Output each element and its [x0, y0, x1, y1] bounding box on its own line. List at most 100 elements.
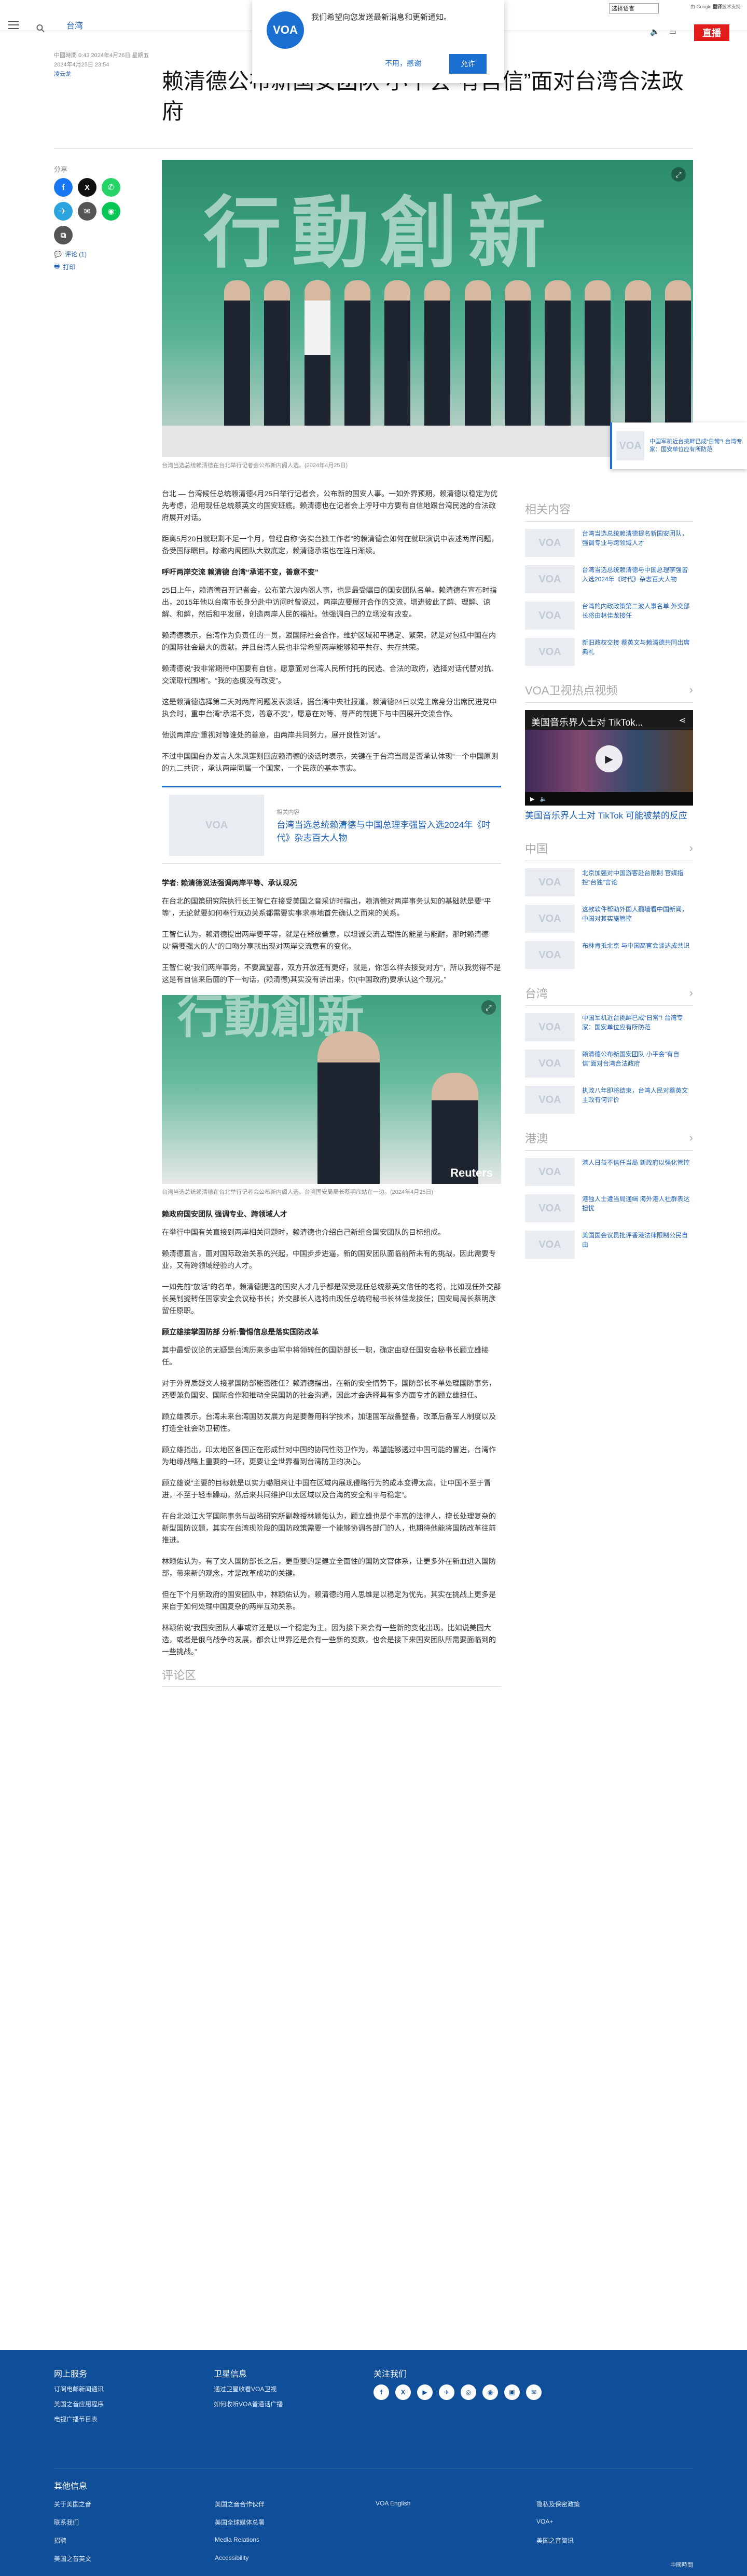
sidebar-article-item[interactable]: VOA 台湾当选总统赖清德与中国总理李强皆入选2024年《时代》杂志百大人物 [525, 565, 693, 593]
google-translate-note: 由 Google 翻译技术支持 [690, 4, 741, 9]
footer-other-link[interactable]: 隐私及保密政策 [536, 2500, 697, 2509]
reuters-watermark: Reuters [450, 1166, 493, 1179]
footer-link[interactable]: 订阅电邮新闻通讯 [54, 2384, 104, 2393]
play-small-icon[interactable]: ▶ [530, 796, 534, 802]
footer-other-link[interactable]: 美国之音英文 [54, 2554, 215, 2563]
video-icon[interactable]: ▭ [669, 27, 676, 36]
sidebar-article-item[interactable]: VOA 美国国会议员批评香港法律限制公民自由 [525, 1231, 693, 1259]
footer-other-link[interactable] [376, 2518, 536, 2527]
footer-link[interactable]: 电视广播节目表 [54, 2415, 104, 2423]
footer-other-link[interactable]: Media Relations [215, 2536, 376, 2545]
sidebar-taiwan-heading[interactable]: 台湾 › [525, 985, 693, 1006]
telegram-share-button[interactable]: ✈ [54, 202, 73, 221]
sidebar-article-item[interactable]: VOA 赖清德公布新国安团队 小平会“有自信”面对台湾合法政府 [525, 1050, 693, 1078]
volume-icon[interactable]: 🔈 [540, 796, 547, 802]
voa-logo-icon: VOA [267, 11, 304, 49]
sidebar-article-item[interactable]: VOA 台湾的内政政策第二波人事名单 外交部长将由林佳龙接任 [525, 602, 693, 630]
social-icon[interactable]: ✈ [439, 2384, 454, 2400]
expand-image-icon[interactable]: ⤢ [481, 1000, 496, 1015]
article-paragraph: 其中最受议论的无疑是台湾历来多由军中将领转任的国防部长一职，确定由现任国安会秘书… [162, 1346, 489, 1366]
audio-icon[interactable]: 🔈 [650, 27, 660, 36]
floating-next-article-card[interactable]: VOA 中国军机近台挑衅已成“日常”! 台湾专家：国安单位应有所防范 [610, 422, 747, 469]
sidebar-article-item[interactable]: VOA 新旧政权交接 蔡英文与赖清德共同出席典礼 [525, 638, 693, 666]
print-icon: 🖶 [54, 263, 60, 270]
sidebar-article-item[interactable]: VOA 执政八年即将结束，台湾人民对蔡英文主政有何评价 [525, 1086, 693, 1114]
notification-accept-button[interactable]: 允许 [449, 54, 487, 74]
section-heading: 呼吁两岸交流 赖清德 台湾“承诺不变，善意不变” [162, 568, 319, 576]
video-overlay-title: 美国音乐界人士对 TikTok... [531, 717, 643, 728]
social-icon[interactable]: ▶ [417, 2384, 433, 2400]
email-share-button[interactable]: ✉ [78, 202, 96, 221]
sidebar-article-title: 港人日益不信任当局 新政府以强化管控 [582, 1159, 690, 1166]
sidebar-article-title: 中国军机近台挑衅已成“日常”! 台湾专家：国安单位应有所防范 [582, 1014, 683, 1031]
video-controls[interactable]: ▶ 🔈 [525, 792, 693, 806]
comment-icon: 💬 [54, 250, 62, 258]
social-icon[interactable]: ◎ [461, 2384, 476, 2400]
hamburger-menu-icon[interactable] [8, 21, 19, 29]
footer-link[interactable]: 如何收听VOA普通话广播 [214, 2400, 283, 2408]
footer-other-link[interactable]: VOA+ [536, 2518, 697, 2527]
sidebar-article-item[interactable]: VOA 中国军机近台挑衅已成“日常”! 台湾专家：国安单位应有所防范 [525, 1013, 693, 1041]
search-icon[interactable] [36, 24, 45, 34]
footer-other-link[interactable]: VOA English [376, 2500, 536, 2509]
inline-image: 行動創新 Reuters ⤢ [162, 995, 501, 1184]
footer-other-link[interactable]: 联系我们 [54, 2518, 215, 2527]
footer-other-link[interactable]: 美国之音合作伙伴 [215, 2500, 376, 2509]
footer-other-link[interactable] [376, 2554, 536, 2563]
whatsapp-share-button[interactable]: ✆ [102, 178, 120, 197]
line-share-button[interactable]: ◉ [102, 202, 120, 221]
footer-other-link[interactable]: Accessibility [215, 2554, 376, 2563]
author-link[interactable]: 凌云龙 [54, 71, 71, 77]
social-icon[interactable]: ◉ [482, 2384, 498, 2400]
sidebar-article-item[interactable]: VOA 北京加强对中国游客赴台限制 官媒指控“台独”言论 [525, 868, 693, 896]
social-icon[interactable]: ▣ [504, 2384, 520, 2400]
title-divider [54, 148, 693, 149]
article-paragraph: 林颖佑认为，有了文人国防部长之后，更重要的是建立全面性的国防文官体系，让更多外在… [162, 1557, 496, 1577]
footer-link[interactable]: 美国之音应用程序 [54, 2400, 104, 2408]
language-select[interactable]: 选择语言 [609, 3, 659, 13]
article-paragraph: 顾立雄表示，台湾未来台湾国防发展方向是要善用科学技术，加速国军战备整备，改革后备… [162, 1412, 496, 1433]
article-paragraph: 林颖佑说“我国安团队人事或许还是以一个稳定为主，因为接下来会有一些新的变化出现，… [162, 1624, 496, 1656]
sidebar-hk-heading[interactable]: 港澳 › [525, 1129, 693, 1151]
article-paragraph: 他说两岸应“重视对等谁处的善意，由两岸共同努力，展开良性对话”。 [162, 731, 385, 739]
footer-other-link[interactable]: 美国之音简讯 [536, 2536, 697, 2545]
sidebar-china-heading[interactable]: 中国 › [525, 840, 693, 861]
facebook-share-button[interactable]: f [54, 178, 73, 197]
play-icon[interactable]: ▶ [596, 745, 622, 772]
expand-image-icon[interactable]: ⤢ [671, 167, 686, 182]
footer-other-link[interactable]: 美国全球媒体总署 [215, 2518, 376, 2527]
article-body: 台北 — 台湾候任总统赖清德4月25日举行记者会，公布新的国安人事。一如外界预期… [162, 488, 501, 1687]
article-thumbnail: VOA [525, 529, 575, 557]
video-title-link[interactable]: 美国音乐界人士对 TikTok 可能被禁的反应 [525, 810, 693, 822]
footer-heading: 卫星信息 [214, 2370, 247, 2379]
comments-link[interactable]: 💬 评论 (1) [54, 250, 137, 258]
footer-other-link[interactable]: 招聘 [54, 2536, 215, 2545]
sidebar-article-item[interactable]: VOA 港人日益不信任当局 新政府以强化管控 [525, 1158, 693, 1186]
sidebar-article-item[interactable]: VOA 港独人士遭当局通缉 海外港人社群表达担忧 [525, 1194, 693, 1222]
social-icon[interactable]: X [395, 2384, 411, 2400]
chevron-right-icon: › [689, 841, 693, 854]
video-share-icon[interactable]: ⋖ [679, 715, 686, 726]
social-icon[interactable]: ✉ [526, 2384, 542, 2400]
inline-related-article[interactable]: VOA 相关内容 台湾当选总统赖清德与中国总理李强皆入选2024年《时代》杂志百… [162, 786, 501, 864]
sidebar-article-item[interactable]: VOA 这款软件帮助外国人翻墙看中国新闻，中国对其实施管控 [525, 905, 693, 933]
section-link-taiwan[interactable]: 台湾 [66, 19, 83, 31]
social-icon[interactable]: f [374, 2384, 389, 2400]
footer-link[interactable]: 通过卫星收看VOA卫视 [214, 2384, 283, 2393]
article-paragraph: 顾立雄说“主要的目标就是以实力嚇阻来让中国在区域内展现侵略行为的成本变得太高，让… [162, 1479, 491, 1499]
sidebar-article-item[interactable]: VOA 布林肯抵北京 与中国高官会谈达成共识 [525, 941, 693, 969]
footer-heading: 网上服务 [54, 2370, 88, 2379]
x-share-button[interactable]: X [78, 178, 96, 197]
inline-image-caption: 台湾当选总统赖清德在台北举行记者会公布新内阁人选。台湾国安局局长蔡明彦站在一边。… [162, 1189, 434, 1195]
sidebar-article-item[interactable]: VOA 台湾当选总统赖清德提名新国安团队，强调专业与跨领域人才 [525, 529, 693, 557]
notification-decline-button[interactable]: 不用，感谢 [385, 58, 421, 69]
inline-related-thumbnail: VOA [169, 795, 265, 856]
footer-other-link[interactable] [376, 2536, 536, 2545]
sidebar-video-heading[interactable]: VOA卫视热点视频 › [525, 682, 693, 703]
footer-other-link[interactable]: 关于美国之音 [54, 2500, 215, 2509]
print-link[interactable]: 🖶 打印 [54, 262, 137, 272]
sidebar-article-title: 布林肯抵北京 与中国高官会谈达成共识 [582, 942, 690, 949]
live-button[interactable]: 直播 [694, 24, 729, 41]
copy-link-button[interactable]: ⧉ [54, 226, 73, 244]
video-player[interactable]: 美国音乐界人士对 TikTok... ⋖ ▶ ▶ 🔈 [525, 710, 693, 806]
